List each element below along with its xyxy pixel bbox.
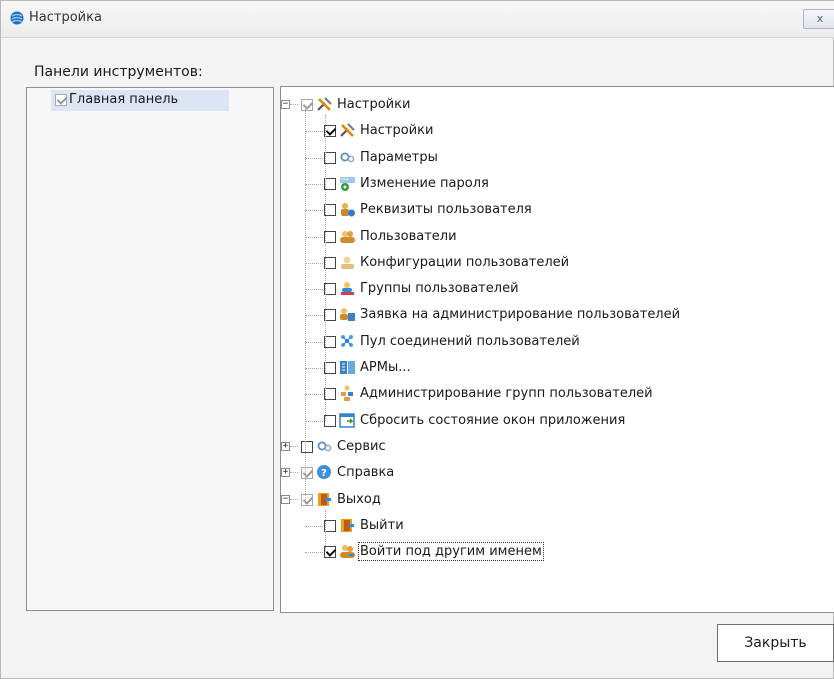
tree-command-node[interactable]: Сбросить состояние окон приложения	[281, 411, 821, 431]
tree-node-label[interactable]: Изменение пароля	[360, 176, 489, 191]
tree-node-label[interactable]: Справка	[337, 465, 394, 480]
tree-node-label[interactable]: Группы пользователей	[360, 281, 519, 296]
tree-connector	[290, 498, 298, 500]
tree-command-node[interactable]: Пул соединений пользователей	[281, 332, 821, 352]
tree-command-node[interactable]: Настройки	[281, 121, 821, 141]
collapse-icon[interactable]: −	[281, 100, 290, 109]
tree-command-node[interactable]: Войти под другим именем	[281, 542, 821, 562]
tree-node-label[interactable]: Реквизиты пользователя	[360, 202, 532, 217]
tree-connector	[305, 552, 323, 554]
tree-node-label[interactable]: Настройки	[337, 97, 410, 112]
group-admin-icon	[341, 385, 353, 402]
tree-node-checkbox[interactable]	[301, 440, 313, 453]
tree-node-label[interactable]: Конфигурации пользователей	[360, 255, 569, 270]
workstations-icon	[339, 360, 356, 375]
tree-connector	[305, 210, 323, 212]
tree-command-node[interactable]: АРМы...	[281, 358, 821, 378]
admin-request-icon	[340, 308, 355, 322]
tree-connector	[305, 131, 323, 133]
tree-command-node[interactable]: Реквизиты пользователя	[281, 200, 821, 220]
tree-node-label[interactable]: Пул соединений пользователей	[360, 334, 580, 349]
gears-icon	[340, 152, 355, 163]
tree-command-node[interactable]: Выйти	[281, 516, 821, 536]
settings-dialog: Настройка x Панели инструментов: Главная…	[0, 0, 834, 679]
toolbar-item-label[interactable]: Главная панель	[69, 92, 178, 107]
exit-icon	[341, 518, 354, 532]
tree-connector	[305, 315, 323, 317]
tree-command-node[interactable]: Изменение пароля	[281, 174, 821, 194]
tree-node-label[interactable]: Пользователи	[360, 229, 457, 244]
tree-group-node[interactable]: − Настройки	[281, 95, 821, 115]
tree-node-checkbox[interactable]	[301, 467, 313, 480]
gears-icon	[317, 441, 332, 452]
tree-group-node[interactable]: + Сервис	[281, 437, 821, 457]
tree-node-label[interactable]: Параметры	[360, 150, 438, 165]
window-title: Настройка	[29, 10, 102, 25]
connection-pool-icon	[340, 334, 354, 348]
tree-connector	[305, 368, 323, 369]
users-icon	[340, 230, 355, 243]
tree-node-checkbox[interactable]	[301, 99, 313, 111]
tree-group-node[interactable]: + Справка	[281, 463, 821, 483]
tree-command-node[interactable]: Группы пользователей	[281, 279, 821, 299]
toolbars-label: Панели инструментов:	[34, 64, 203, 80]
switch-user-icon	[339, 544, 356, 560]
expand-icon[interactable]: +	[281, 441, 290, 451]
tree-connector	[305, 420, 323, 422]
tools-icon	[339, 122, 356, 138]
window-close-button[interactable]: x	[803, 9, 834, 29]
close-button[interactable]: Закрыть	[717, 624, 834, 662]
user-info-icon	[341, 203, 355, 217]
tree-connector	[305, 183, 323, 185]
toolbar-item-checkbox[interactable]	[55, 94, 67, 106]
tools-icon	[316, 96, 333, 112]
tree-connector	[290, 472, 298, 474]
exit-icon	[318, 492, 331, 506]
title-bar: Настройка x	[1, 1, 834, 38]
tree-command-node[interactable]: Параметры	[281, 148, 821, 168]
help-icon	[317, 465, 331, 480]
tree-connector	[305, 109, 306, 504]
tree-node-label[interactable]: Войти под другим именем	[358, 542, 544, 562]
tree-command-node[interactable]: Администрирование групп пользователей	[281, 384, 821, 404]
app-icon	[10, 11, 24, 25]
password-icon	[340, 176, 355, 191]
tree-node-label[interactable]: Сбросить состояние окон приложения	[360, 413, 625, 428]
tree-connector	[305, 289, 323, 291]
tree-node-label[interactable]: Выйти	[360, 518, 404, 533]
tree-command-node[interactable]: Заявка на администрирование пользователе…	[281, 305, 821, 325]
reset-windows-icon	[339, 412, 355, 428]
expand-icon[interactable]: +	[281, 468, 290, 478]
tree-node-label[interactable]: Настройки	[360, 123, 433, 138]
tree-node-label[interactable]: Администрирование групп пользователей	[360, 386, 653, 401]
close-icon: x	[816, 12, 824, 25]
tree-command-node[interactable]: Пользователи	[281, 227, 821, 247]
tree-node-label[interactable]: Сервис	[337, 439, 386, 454]
tree-connector	[305, 341, 323, 343]
tree-connector	[290, 445, 298, 447]
tree-node-label[interactable]: Выход	[337, 492, 381, 507]
tree-connector	[305, 236, 323, 238]
collapse-icon[interactable]: −	[281, 494, 290, 504]
tree-connector	[325, 509, 326, 553]
tree-node-label[interactable]: Заявка на администрирование пользователе…	[360, 307, 680, 322]
tree-connector	[305, 394, 323, 396]
tree-command-node[interactable]: Конфигурации пользователей	[281, 253, 821, 273]
tree-connector	[290, 104, 298, 105]
tree-connector	[305, 262, 323, 264]
tree-node-checkbox[interactable]	[301, 493, 313, 506]
tree-group-node[interactable]: − Выход	[281, 490, 821, 510]
toolbars-list[interactable]: Главная панель	[26, 87, 274, 611]
users-config-icon	[341, 256, 354, 269]
tree-connector	[325, 115, 326, 421]
tree-connector	[305, 525, 323, 527]
user-groups-icon	[341, 282, 354, 296]
tree-connector	[305, 157, 323, 159]
tree-node-label[interactable]: АРМы...	[360, 360, 411, 375]
commands-tree[interactable]: *** ? −НастройкиНастройкиПараметрыИзмене…	[280, 86, 834, 613]
